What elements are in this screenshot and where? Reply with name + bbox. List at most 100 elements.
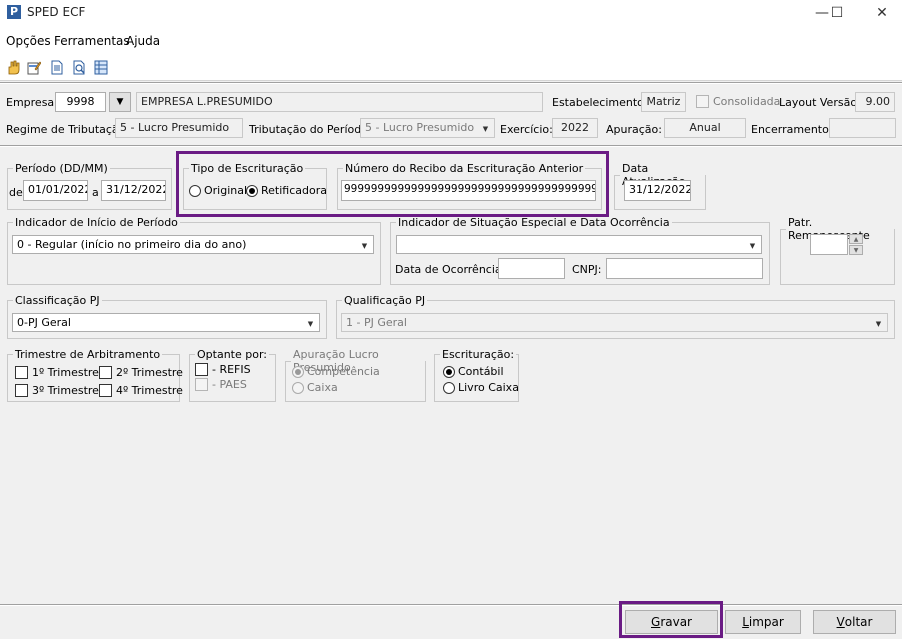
data-ocorrencia-field[interactable] [498, 258, 565, 279]
exercicio-field: 2022 [552, 118, 598, 138]
radio-contabil[interactable]: Contábil [443, 365, 504, 378]
periodo-legend: Período (DD/MM) [15, 162, 108, 175]
radio-caixa-dot[interactable] [292, 381, 304, 394]
regime-label: Regime de Tributação: [6, 123, 130, 136]
gravar-button[interactable]: Gravar [625, 610, 718, 634]
trimestre-1-checkbox[interactable]: 1º Trimestre [15, 366, 99, 379]
spin-up-button[interactable]: ▲ [849, 234, 863, 244]
trimestre-2-label: 2º Trimestre [116, 366, 183, 379]
periodo-de-field[interactable]: 01/01/2022 [23, 180, 88, 201]
voltar-button[interactable]: Voltar [813, 610, 896, 634]
periodo-a-field[interactable]: 31/12/2022 [101, 180, 166, 201]
inicio-periodo-legend: Indicador de Início de Período [15, 216, 178, 229]
layout-versao-field: 9.00 [855, 92, 895, 112]
layout-versao-label: Layout Versão: [779, 96, 861, 109]
voltar-accel: V [836, 615, 845, 629]
classificacao-pj-value: 0-PJ Geral [17, 316, 71, 329]
consolidada-box[interactable] [696, 95, 709, 108]
table-icon[interactable] [94, 60, 108, 75]
periodo-a-label: a [92, 186, 99, 199]
empresa-label: Empresa: [6, 96, 58, 109]
search-document-icon[interactable] [72, 60, 86, 75]
radio-retificadora-label: Retificadora [261, 184, 327, 197]
paes-box[interactable] [195, 378, 208, 391]
empresa-code-field[interactable]: 9998 [55, 92, 106, 112]
data-atualizacao-field[interactable]: 31/12/2022 [624, 180, 691, 201]
trib-periodo-label: Tributação do Período: [249, 123, 372, 136]
radio-retificadora-dot[interactable] [246, 184, 258, 197]
trimestre-3-checkbox[interactable]: 3º Trimestre [15, 384, 99, 397]
classificacao-pj-select[interactable]: 0-PJ Geral ▼ [12, 313, 320, 332]
trimestre-4-label: 4º Trimestre [116, 384, 183, 397]
cnpj-field[interactable] [606, 258, 763, 279]
document-icon[interactable] [50, 60, 64, 75]
trib-periodo-select[interactable]: 5 - Lucro Presumido ▼ [360, 118, 495, 138]
hand-icon[interactable] [6, 60, 20, 75]
app-icon: P [7, 5, 21, 19]
radio-original-label: Original [204, 184, 248, 197]
trimestre-3-box[interactable] [15, 384, 28, 397]
radio-livro-caixa-dot[interactable] [443, 381, 455, 394]
refis-checkbox[interactable]: - REFIS [195, 363, 251, 376]
situacao-especial-select[interactable]: ▼ [396, 235, 762, 254]
cnpj-label: CNPJ: [572, 263, 602, 276]
data-ocorrencia-label: Data de Ocorrência: [395, 263, 506, 276]
voltar-label: oltar [844, 615, 873, 629]
trimestre-legend: Trimestre de Arbitramento [15, 348, 161, 361]
radio-retificadora[interactable]: Retificadora [246, 184, 327, 197]
window-title: SPED ECF [27, 5, 86, 19]
trimestre-1-box[interactable] [15, 366, 28, 379]
numero-recibo-field[interactable]: 9999999999999999999999999999999999999999… [341, 180, 596, 201]
empresa-dropdown-button[interactable]: ▼ [109, 92, 131, 112]
periodo-de-label: de [9, 186, 23, 199]
limpar-label: impar [748, 615, 784, 629]
separator [0, 145, 902, 147]
consolidada-checkbox[interactable]: Consolidada [696, 95, 780, 108]
radio-original[interactable]: Original [189, 184, 247, 197]
close-button[interactable]: ✕ [867, 2, 897, 24]
numero-recibo-legend: Número do Recibo da Escrituração Anterio… [345, 162, 584, 175]
paes-label: - PAES [212, 378, 247, 391]
maximize-button[interactable]: ☐ [822, 2, 852, 24]
edit-icon[interactable] [27, 60, 41, 75]
radio-competencia[interactable]: Competência [292, 365, 380, 378]
trimestre-2-box[interactable] [99, 366, 112, 379]
menu-ajuda[interactable]: Ajuda [126, 34, 160, 48]
radio-contabil-dot[interactable] [443, 365, 455, 378]
limpar-accel: L [742, 615, 749, 629]
qualificacao-pj-legend: Qualificação PJ [344, 294, 426, 307]
estabelecimento-label: Estabelecimento: [552, 96, 648, 109]
toolbar [0, 53, 902, 81]
chevron-down-icon: ▼ [482, 124, 489, 133]
chevron-down-icon: ▼ [875, 319, 882, 328]
trimestre-1-label: 1º Trimestre [32, 366, 99, 379]
trimestre-4-checkbox[interactable]: 4º Trimestre [99, 384, 183, 397]
radio-original-dot[interactable] [189, 184, 201, 197]
menu-bar: Opções Ferramentas Ajuda [0, 28, 902, 53]
tipo-escrituracao-legend: Tipo de Escrituração [191, 162, 304, 175]
menu-opcoes[interactable]: Opções [6, 34, 51, 48]
classificacao-pj-legend: Classificação PJ [15, 294, 100, 307]
radio-livro-caixa[interactable]: Livro Caixa [443, 381, 519, 394]
spin-down-button[interactable]: ▼ [849, 245, 863, 255]
trib-periodo-value: 5 - Lucro Presumido [365, 121, 475, 134]
paes-checkbox[interactable]: - PAES [195, 378, 247, 391]
qualificacao-pj-select[interactable]: 1 - PJ Geral ▼ [341, 313, 888, 332]
inicio-periodo-select[interactable]: 0 - Regular (início no primeiro dia do a… [12, 235, 374, 254]
gravar-label: ravar [660, 615, 692, 629]
limpar-button[interactable]: Limpar [725, 610, 801, 634]
title-bar: P SPED ECF — ☐ ✕ [0, 0, 902, 28]
radio-caixa[interactable]: Caixa [292, 381, 338, 394]
trimestre-2-checkbox[interactable]: 2º Trimestre [99, 366, 183, 379]
consolidada-label: Consolidada [713, 95, 781, 108]
refis-box[interactable] [195, 363, 208, 376]
radio-competencia-label: Competência [307, 365, 380, 378]
trimestre-4-box[interactable] [99, 384, 112, 397]
separator [0, 82, 902, 84]
chevron-down-icon: ▼ [307, 319, 314, 328]
radio-contabil-label: Contábil [458, 365, 504, 378]
patr-remanescente-field[interactable] [810, 234, 848, 255]
menu-ferramentas[interactable]: Ferramentas [54, 34, 130, 48]
radio-competencia-dot[interactable] [292, 365, 304, 378]
radio-caixa-label: Caixa [307, 381, 338, 394]
